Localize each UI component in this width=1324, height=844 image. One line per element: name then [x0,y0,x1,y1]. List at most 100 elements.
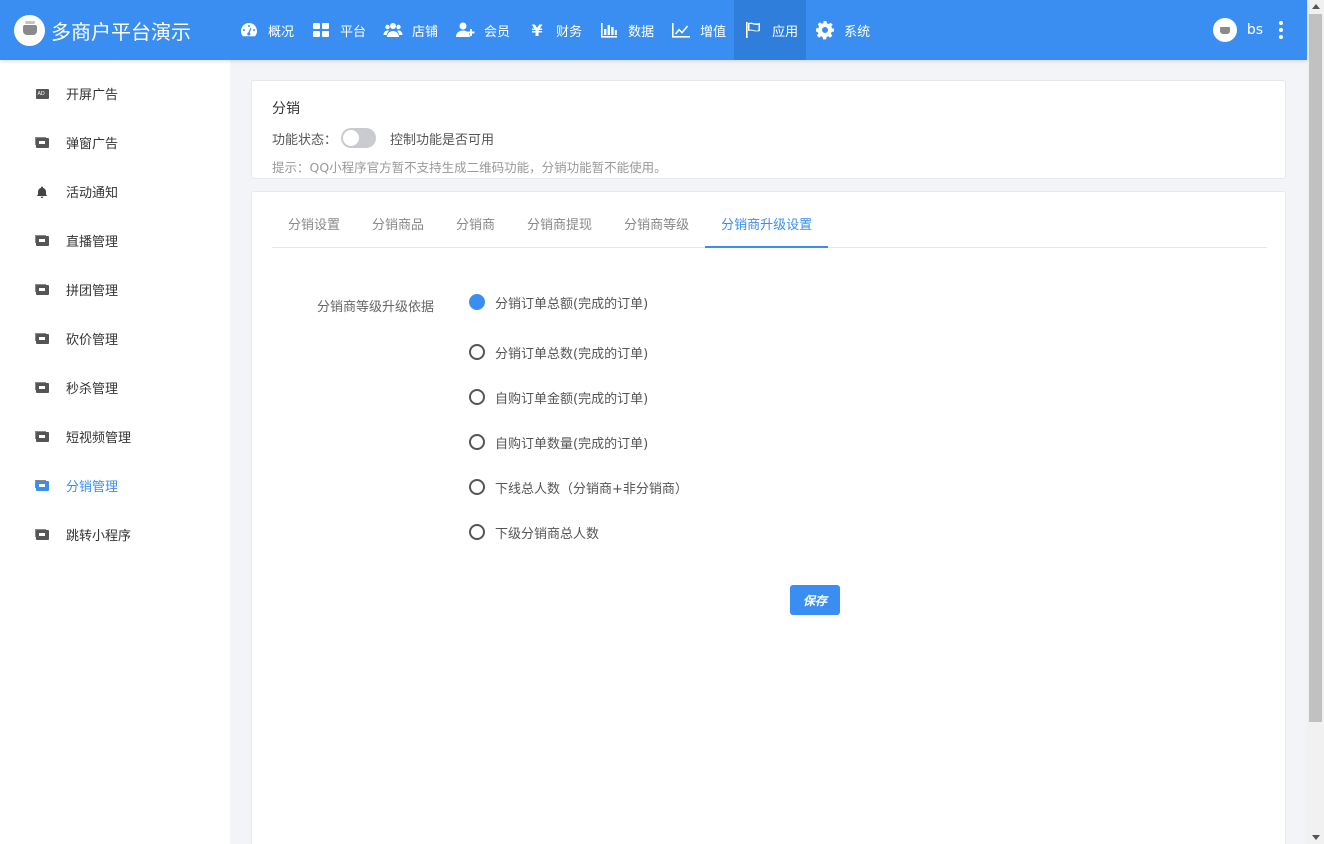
sidebar-item-live[interactable]: 直播管理 [0,216,230,265]
status-label: 功能状态： [272,132,338,148]
tab-distribution-settings[interactable]: 分销设置 [272,192,356,248]
user-area: bs [1212,0,1283,60]
dashboard-icon [239,20,259,40]
brand-logo-icon [14,14,45,46]
nav-label: 增值 [700,24,727,40]
radio-unchecked-icon [469,434,485,450]
sidebar-item-label: 短视频管理 [66,431,132,446]
flag-icon [743,20,763,40]
nav-item-platform[interactable]: 平台 [302,0,374,60]
ad-window-icon [35,235,49,247]
tab-distributor-withdraw[interactable]: 分销商提现 [511,192,608,248]
radio-label: 自购订单金额(完成的订单) [495,391,649,407]
bell-icon [35,186,49,198]
nav-item-members[interactable]: 会员 [446,0,518,60]
nav-item-system[interactable]: 系统 [806,0,878,60]
sidebar-item-label: 开屏广告 [66,88,119,103]
radio-label: 自购订单数量(完成的订单) [495,436,649,452]
nav-item-shops[interactable]: 店铺 [374,0,446,60]
nav-label: 系统 [844,24,871,40]
nav-label: 财务 [556,24,583,40]
sidebar-item-label: 直播管理 [66,235,119,250]
radio-option[interactable]: 下线总人数（分销商+非分销商） [469,478,688,497]
nav-item-value-added[interactable]: 增值 [662,0,734,60]
user-add-icon [455,20,475,40]
tab-distributor-levels[interactable]: 分销商等级 [608,192,705,248]
radio-option[interactable]: 下级分销商总人数 [469,523,600,542]
ad-window-icon [35,382,49,394]
sidebar-item-label: 砍价管理 [66,333,119,348]
toggle-description: 控制功能是否可用 [390,132,495,148]
sidebar-item-group-buy[interactable]: 拼团管理 [0,265,230,314]
brand-title: 多商户平台演示 [51,19,191,44]
nav-label: 数据 [628,24,655,40]
nav-label: 应用 [772,24,799,40]
nav-label: 平台 [340,24,367,40]
avatar[interactable] [1212,18,1237,42]
more-vertical-icon[interactable] [1279,21,1283,39]
sidebar-item-distribution[interactable]: 分销管理 [0,461,230,510]
sidebar: 开屏广告 弹窗广告 活动通知 直播管理 拼团管理 砍价管理 秒杀管理 短视频管理… [0,60,230,844]
sidebar-item-bargain[interactable]: 砍价管理 [0,314,230,363]
grid-icon [311,20,331,40]
ad-window-icon [35,431,49,443]
ad-window-icon [35,529,49,541]
upgrade-settings-card: 分销设置 分销商品 分销商 分销商提现 分销商等级 分销商升级设置 分销商等级升… [251,191,1286,844]
radio-option[interactable]: 自购订单金额(完成的订单) [469,388,649,407]
save-button[interactable]: 保存 [790,585,840,615]
page-scrollbar[interactable] [1307,0,1324,844]
scrollbar-thumb[interactable] [1309,14,1322,722]
line-chart-icon [671,20,691,40]
radio-option[interactable]: 分销订单总额(完成的订单) [469,293,649,312]
sidebar-item-splash-ad[interactable]: 开屏广告 [0,69,230,118]
upgrade-basis-label: 分销商等级升级依据 [317,300,435,315]
username[interactable]: bs [1247,22,1263,38]
ad-window-icon [35,284,49,296]
radio-label: 分销订单总数(完成的订单) [495,346,649,362]
nav-item-finance[interactable]: ¥ 财务 [518,0,590,60]
radio-label: 分销订单总额(完成的订单) [495,296,649,312]
scroll-up-arrow-icon[interactable] [1312,4,1320,9]
ad-window-icon [35,333,49,345]
yen-icon: ¥ [531,20,543,40]
sidebar-item-label: 拼团管理 [66,284,119,299]
tab-bar: 分销设置 分销商品 分销商 分销商提现 分销商等级 分销商升级设置 [272,192,1267,248]
radio-unchecked-icon [469,479,485,495]
sidebar-item-popup-ad[interactable]: 弹窗广告 [0,118,230,167]
radio-option[interactable]: 分销订单总数(完成的订单) [469,343,649,362]
sidebar-item-mini-program[interactable]: 跳转小程序 [0,510,230,559]
sidebar-item-flash-sale[interactable]: 秒杀管理 [0,363,230,412]
feature-status-card: 分销 功能状态： 控制功能是否可用 提示：QQ小程序官方暂不支持生成二维码功能，… [251,80,1286,179]
nav-label: 会员 [484,24,511,40]
radio-unchecked-icon [469,344,485,360]
nav-item-data[interactable]: 数据 [590,0,662,60]
nav-item-apps[interactable]: 应用 [734,0,807,60]
ad-window-icon [35,480,49,492]
page-title: 分销 [272,101,300,117]
hint-text: 提示：QQ小程序官方暂不支持生成二维码功能，分销功能暂不能使用。 [272,160,667,175]
main-nav: 概况 平台 店铺 会员 ¥ 财务 数据 增值 应用 系统 [230,0,878,60]
tab-distributor-upgrade-settings[interactable]: 分销商升级设置 [705,192,829,248]
radio-label: 下线总人数（分销商+非分销商） [495,481,688,497]
nav-label: 概况 [268,24,295,40]
sidebar-item-activity-notice[interactable]: 活动通知 [0,167,230,216]
sidebar-item-label: 弹窗广告 [66,137,119,152]
status-row: 功能状态： 控制功能是否可用 [272,128,1265,148]
sidebar-item-label: 秒杀管理 [66,382,119,397]
sidebar-item-short-video[interactable]: 短视频管理 [0,412,230,461]
scroll-down-arrow-icon[interactable] [1312,835,1320,840]
ad-icon [35,88,49,100]
nav-label: 店铺 [412,24,439,40]
nav-item-overview[interactable]: 概况 [230,0,302,60]
top-navbar: 多商户平台演示 概况 平台 店铺 会员 ¥ 财务 数据 增值 应用 系统 bs [0,0,1307,60]
sidebar-item-label: 分销管理 [66,480,119,495]
tab-distributors[interactable]: 分销商 [440,192,511,248]
ad-window-icon [35,137,49,149]
tab-distribution-goods[interactable]: 分销商品 [356,192,440,248]
brand[interactable]: 多商户平台演示 [0,0,230,60]
sidebar-item-label: 跳转小程序 [66,529,132,544]
feature-toggle[interactable] [341,128,377,148]
bar-chart-icon [599,20,619,40]
radio-label: 下级分销商总人数 [495,526,600,542]
radio-option[interactable]: 自购订单数量(完成的订单) [469,433,649,452]
